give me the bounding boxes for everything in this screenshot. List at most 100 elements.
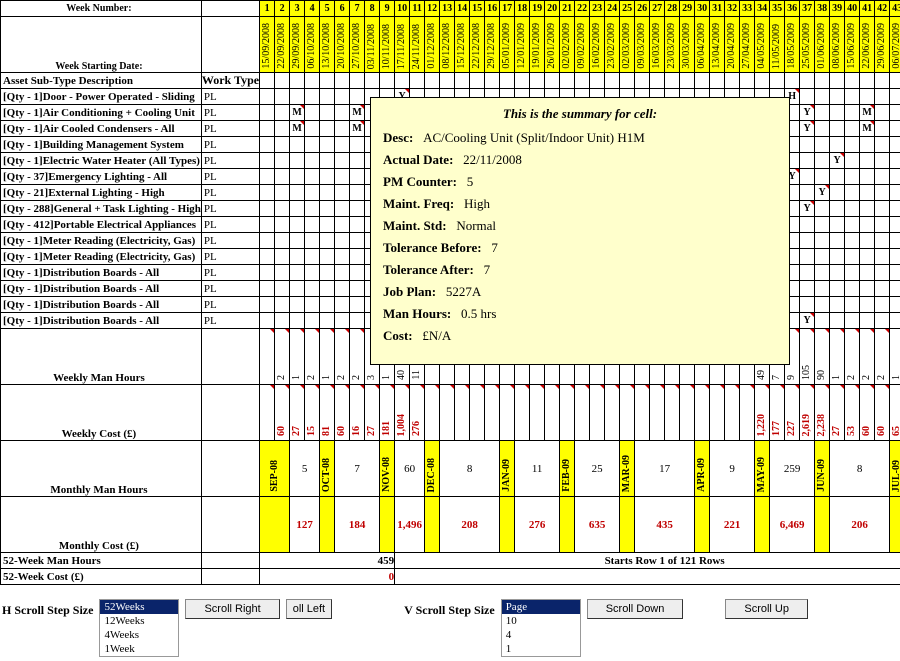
hscroll-listbox[interactable]: 52Weeks12Weeks4Weeks1Week [99,599,179,657]
grid-cell[interactable] [845,105,860,121]
grid-cell[interactable] [860,89,875,105]
grid-cell[interactable] [815,137,830,153]
grid-cell[interactable] [830,185,845,201]
pm-mark-Y[interactable]: Y [800,105,815,121]
grid-cell[interactable] [305,233,320,249]
grid-cell[interactable] [275,249,290,265]
grid-cell[interactable] [845,297,860,313]
grid-cell[interactable] [290,169,305,185]
grid-cell[interactable] [800,249,815,265]
grid-cell[interactable] [350,169,365,185]
grid-cell[interactable] [290,217,305,233]
grid-cell[interactable] [830,265,845,281]
grid-cell[interactable] [800,281,815,297]
grid-cell[interactable] [830,169,845,185]
grid-cell[interactable] [815,249,830,265]
pm-mark-Y[interactable]: Y [800,313,815,329]
grid-cell[interactable] [305,153,320,169]
grid-cell[interactable] [305,137,320,153]
grid-cell[interactable] [875,281,890,297]
grid-cell[interactable] [845,281,860,297]
grid-cell[interactable] [350,265,365,281]
grid-cell[interactable] [350,89,365,105]
grid-cell[interactable] [890,217,900,233]
grid-cell[interactable] [335,105,350,121]
grid-cell[interactable] [275,233,290,249]
pm-mark-Y[interactable]: Y [830,153,845,169]
grid-cell[interactable] [320,105,335,121]
grid-cell[interactable] [800,185,815,201]
grid-cell[interactable] [335,201,350,217]
grid-cell[interactable] [350,281,365,297]
hscroll-option[interactable]: 52Weeks [100,600,178,614]
grid-cell[interactable] [275,281,290,297]
grid-cell[interactable] [260,313,275,329]
grid-cell[interactable] [320,185,335,201]
grid-cell[interactable] [350,137,365,153]
grid-cell[interactable] [305,265,320,281]
grid-cell[interactable] [290,297,305,313]
pm-mark-M[interactable]: M [860,121,875,137]
grid-cell[interactable] [335,185,350,201]
grid-cell[interactable] [260,105,275,121]
grid-cell[interactable] [860,201,875,217]
grid-cell[interactable] [320,121,335,137]
grid-cell[interactable] [350,297,365,313]
grid-cell[interactable] [890,233,900,249]
grid-cell[interactable] [890,169,900,185]
grid-cell[interactable] [830,233,845,249]
grid-cell[interactable] [305,185,320,201]
grid-cell[interactable] [320,89,335,105]
grid-cell[interactable] [875,313,890,329]
vscroll-option[interactable]: 4 [502,628,580,642]
pm-mark-Y[interactable]: Y [800,121,815,137]
grid-cell[interactable] [260,265,275,281]
grid-cell[interactable] [305,89,320,105]
grid-cell[interactable] [845,201,860,217]
pm-mark-M[interactable]: M [350,105,365,121]
grid-cell[interactable] [845,217,860,233]
grid-cell[interactable] [320,297,335,313]
grid-cell[interactable] [860,153,875,169]
pm-mark-M[interactable]: M [290,105,305,121]
grid-cell[interactable] [860,185,875,201]
grid-cell[interactable] [350,217,365,233]
grid-cell[interactable] [830,297,845,313]
grid-cell[interactable] [320,249,335,265]
grid-cell[interactable] [890,265,900,281]
grid-cell[interactable] [830,121,845,137]
grid-cell[interactable] [335,233,350,249]
grid-cell[interactable] [335,153,350,169]
grid-cell[interactable] [815,313,830,329]
grid-cell[interactable] [260,169,275,185]
hscroll-option[interactable]: 1Week [100,642,178,656]
vscroll-option[interactable]: Page [502,600,580,614]
grid-cell[interactable] [875,121,890,137]
grid-cell[interactable] [815,153,830,169]
grid-cell[interactable] [305,121,320,137]
grid-cell[interactable] [875,265,890,281]
grid-cell[interactable] [290,153,305,169]
grid-cell[interactable] [875,185,890,201]
grid-cell[interactable] [350,201,365,217]
grid-cell[interactable] [335,281,350,297]
grid-cell[interactable] [800,297,815,313]
grid-cell[interactable] [875,169,890,185]
grid-cell[interactable] [260,297,275,313]
pm-mark-M[interactable]: M [860,105,875,121]
grid-cell[interactable] [290,313,305,329]
grid-cell[interactable] [275,153,290,169]
grid-cell[interactable] [830,105,845,121]
grid-cell[interactable] [860,169,875,185]
grid-cell[interactable] [350,233,365,249]
grid-cell[interactable] [260,137,275,153]
grid-cell[interactable] [275,137,290,153]
grid-cell[interactable] [815,281,830,297]
grid-cell[interactable] [335,89,350,105]
vscroll-listbox[interactable]: Page1041 [501,599,581,657]
grid-cell[interactable] [305,217,320,233]
grid-cell[interactable] [875,233,890,249]
grid-cell[interactable] [890,281,900,297]
grid-cell[interactable] [875,201,890,217]
grid-cell[interactable] [815,105,830,121]
